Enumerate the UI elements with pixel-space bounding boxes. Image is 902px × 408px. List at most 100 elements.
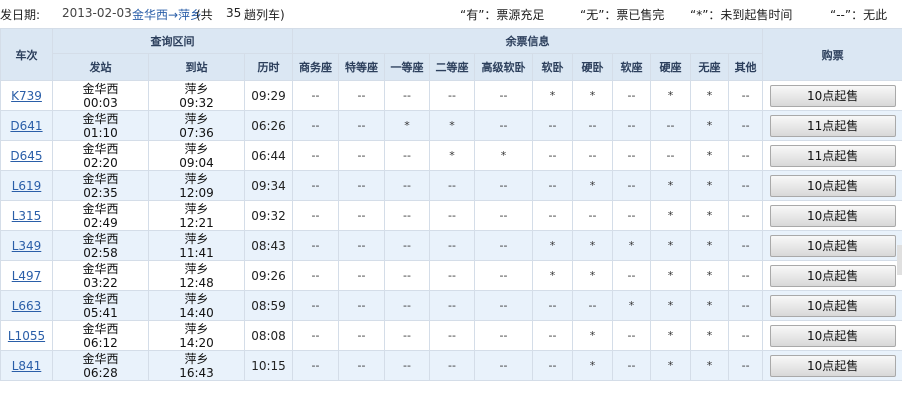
arrive-time: 12:48 xyxy=(179,275,214,290)
seat-availability-cell: -- xyxy=(612,200,651,231)
seat-availability-cell: -- xyxy=(292,140,339,171)
train-no-link[interactable]: L497 xyxy=(12,269,42,283)
seat-availability-cell: -- xyxy=(338,170,385,201)
seat-availability-cell: * xyxy=(650,350,691,381)
header-seat-soft-seat: 软座 xyxy=(612,53,651,81)
seat-availability-cell: -- xyxy=(384,320,430,351)
seat-availability-cell: * xyxy=(690,320,729,351)
seat-availability-cell: -- xyxy=(338,350,385,381)
depart-station-name: 金华西 xyxy=(82,321,119,336)
seat-availability-cell: -- xyxy=(384,260,430,291)
train-no-link[interactable]: D645 xyxy=(10,149,42,163)
arrive-station-name: 萍乡 xyxy=(184,111,209,126)
seat-availability-cell: -- xyxy=(474,290,533,321)
seat-availability-cell: -- xyxy=(474,110,533,141)
buy-cell: 10点起售 xyxy=(762,230,902,261)
seat-availability-cell: -- xyxy=(727,80,764,111)
table-body: K739 金华西 00:03 萍乡 09:32 09:29 -- -- -- -- -- * * -- * *… xyxy=(0,80,902,381)
buy-ticket-button[interactable]: 11点起售 xyxy=(769,114,896,137)
buy-cell: 10点起售 xyxy=(762,290,902,321)
seat-availability-cell: -- xyxy=(572,140,613,171)
arrive-station-name: 萍乡 xyxy=(184,231,209,246)
table-row: L619 金华西 02:35 萍乡 12:09 09:34 -- -- -- -- -- -- * -- *… xyxy=(0,170,902,201)
train-no-link[interactable]: L619 xyxy=(12,179,42,193)
seat-availability-cell: -- xyxy=(532,170,573,201)
header-seat-premium: 特等座 xyxy=(338,53,385,81)
seat-availability-cell: -- xyxy=(384,230,430,261)
duration-cell: 08:43 xyxy=(244,230,293,261)
buy-ticket-button[interactable]: 10点起售 xyxy=(769,174,896,197)
buy-ticket-button[interactable]: 10点起售 xyxy=(769,264,896,287)
buy-ticket-button[interactable]: 10点起售 xyxy=(769,354,896,377)
train-no-cell: K739 xyxy=(0,80,53,111)
train-no-link[interactable]: L315 xyxy=(12,209,42,223)
seat-availability-cell: * xyxy=(572,230,613,261)
seat-availability-cell: * xyxy=(532,230,573,261)
seat-availability-cell: * xyxy=(612,230,651,261)
table-row: L663 金华西 05:41 萍乡 14:40 08:59 -- -- -- -- -- -- -- * *… xyxy=(0,290,902,321)
buy-ticket-button[interactable]: 10点起售 xyxy=(769,324,896,347)
header-seat-other: 其他 xyxy=(727,53,764,81)
seat-availability-cell: -- xyxy=(292,230,339,261)
table-row: L315 金华西 02:49 萍乡 12:21 09:32 -- -- -- -- -- -- -- --… xyxy=(0,200,902,231)
seat-availability-cell: * xyxy=(690,80,729,111)
seat-availability-cell: * xyxy=(690,260,729,291)
buy-ticket-button[interactable]: 10点起售 xyxy=(769,294,896,317)
depart-cell: 金华西 06:12 xyxy=(52,320,149,351)
seat-availability-cell: -- xyxy=(338,200,385,231)
duration-cell: 09:26 xyxy=(244,260,293,291)
scrollbar[interactable] xyxy=(897,245,902,275)
train-no-cell: L497 xyxy=(0,260,53,291)
train-no-link[interactable]: L663 xyxy=(12,299,42,313)
arrive-station-name: 萍乡 xyxy=(184,351,209,366)
seat-availability-cell: * xyxy=(690,170,729,201)
legend-not-on-sale: “*”：未到起售时间 xyxy=(690,8,793,22)
seat-availability-cell: -- xyxy=(532,320,573,351)
train-no-link[interactable]: L349 xyxy=(12,239,42,253)
train-no-link[interactable]: D641 xyxy=(10,119,42,133)
seat-availability-cell: * xyxy=(650,200,691,231)
buy-ticket-button[interactable]: 10点起售 xyxy=(769,84,896,107)
seat-availability-cell: * xyxy=(690,290,729,321)
buy-ticket-button[interactable]: 10点起售 xyxy=(769,234,896,257)
seat-availability-cell: * xyxy=(429,110,475,141)
arrive-cell: 萍乡 12:09 xyxy=(148,170,245,201)
seat-availability-cell: -- xyxy=(338,110,385,141)
seat-availability-cell: -- xyxy=(612,320,651,351)
duration-cell: 09:32 xyxy=(244,200,293,231)
seat-availability-cell: -- xyxy=(650,140,691,171)
header-seat-hard-seat: 硬座 xyxy=(650,53,691,81)
table-row: L1055 金华西 06:12 萍乡 14:20 08:08 -- -- -- -- -- -- * --… xyxy=(0,320,902,351)
train-no-link[interactable]: K739 xyxy=(11,89,42,103)
duration-cell: 09:34 xyxy=(244,170,293,201)
train-no-link[interactable]: L841 xyxy=(12,359,42,373)
seat-availability-cell: -- xyxy=(429,170,475,201)
seat-availability-cell: -- xyxy=(612,80,651,111)
seat-availability-cell: * xyxy=(650,170,691,201)
seat-availability-cell: * xyxy=(650,80,691,111)
depart-cell: 金华西 02:20 xyxy=(52,140,149,171)
seat-availability-cell: * xyxy=(650,290,691,321)
buy-ticket-button[interactable]: 10点起售 xyxy=(769,204,896,227)
seat-availability-cell: * xyxy=(572,80,613,111)
header-duration: 历时 xyxy=(244,53,293,81)
arrive-cell: 萍乡 07:36 xyxy=(148,110,245,141)
seat-availability-cell: -- xyxy=(612,140,651,171)
depart-station-name: 金华西 xyxy=(82,201,119,216)
depart-cell: 金华西 01:10 xyxy=(52,110,149,141)
buy-ticket-button[interactable]: 11点起售 xyxy=(769,144,896,167)
header-seat-business: 商务座 xyxy=(292,53,339,81)
seat-availability-cell: -- xyxy=(338,260,385,291)
header-seat-hard-sleeper: 硬卧 xyxy=(572,53,613,81)
table-row: L841 金华西 06:28 萍乡 16:43 10:15 -- -- -- -- -- -- * -- *… xyxy=(0,350,902,381)
train-no-cell: L841 xyxy=(0,350,53,381)
train-no-link[interactable]: L1055 xyxy=(8,329,45,343)
seat-availability-cell: -- xyxy=(292,110,339,141)
buy-cell: 11点起售 xyxy=(762,140,902,171)
seat-availability-cell: -- xyxy=(474,320,533,351)
header-seat-deluxe-soft-sleeper: 高级软卧 xyxy=(474,53,533,81)
seat-availability-cell: -- xyxy=(727,350,764,381)
depart-cell: 金华西 02:58 xyxy=(52,230,149,261)
header-depart-station: 发站 xyxy=(52,53,149,81)
seat-availability-cell: -- xyxy=(292,80,339,111)
